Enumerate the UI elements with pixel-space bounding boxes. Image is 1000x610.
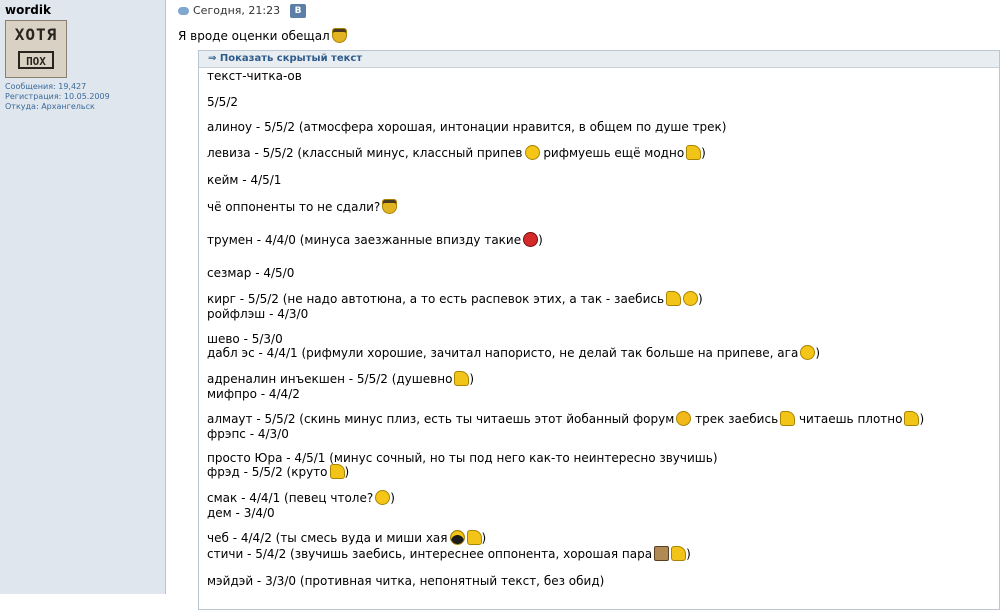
line-text: ) bbox=[686, 547, 691, 561]
line-text: трумен - 4/4/0 (минуса заезжанные впизду… bbox=[207, 233, 522, 247]
line-text: ) bbox=[344, 465, 350, 479]
thumbs-up-icon bbox=[329, 464, 345, 479]
list-item: чеб - 4/4/2 (ты смесь вуда и миши хая) bbox=[207, 530, 486, 546]
avatar[interactable]: ХОТЯ ПОХ bbox=[5, 20, 67, 78]
line-text: чё оппоненты то не сдали? bbox=[207, 200, 381, 214]
list-item: фрэпс - 4/3/0 bbox=[207, 427, 289, 442]
cloud-icon bbox=[178, 7, 189, 15]
smiley-icon bbox=[683, 291, 699, 306]
user-location: Откуда: Архангельск bbox=[5, 102, 95, 111]
line-text: ) bbox=[815, 346, 820, 360]
list-item: сезмар - 4/5/0 bbox=[207, 266, 294, 281]
avatar-text-bottom: ПОХ bbox=[18, 51, 54, 69]
list-item: мэйдэй - 3/3/0 (противная читка, непонят… bbox=[207, 574, 604, 589]
list-item: дабл эс - 4/4/1 (рифмули хорошие, зачита… bbox=[207, 345, 820, 361]
spoiler-box: ⇒ Показать скрытый текст текст-читка-ов … bbox=[198, 50, 1000, 610]
hat-smiley-icon bbox=[331, 28, 347, 43]
user-posts-count: Сообщения: 19,427 bbox=[5, 82, 87, 91]
red-face-icon bbox=[523, 232, 539, 247]
list-item: адреналин инъекшен - 5/5/2 (душевно) bbox=[207, 371, 474, 387]
user-sidebar: wordik ХОТЯ ПОХ Сообщения: 19,427 Регист… bbox=[0, 0, 166, 594]
list-item: чё оппоненты то не сдали? bbox=[207, 199, 398, 215]
line-text: левиза - 5/5/2 (классный минус, классный… bbox=[207, 146, 523, 160]
show-hidden-text-button[interactable]: ⇒ Показать скрытый текст bbox=[208, 53, 362, 64]
smiley-icon bbox=[800, 345, 816, 360]
list-item: фрэд - 5/5/2 (круто) bbox=[207, 464, 349, 480]
list-item: трумен - 4/4/0 (минуса заезжанные впизду… bbox=[207, 232, 543, 248]
list-item: стичи - 5/4/2 (звучишь заебись, интересн… bbox=[207, 546, 691, 562]
line-text: рифмуешь ещё модно bbox=[539, 146, 685, 160]
line-text: мэйдэй - 3/3/0 (противная читка, непонят… bbox=[207, 574, 605, 588]
spoiler-label: Показать скрытый текст bbox=[219, 53, 363, 64]
list-item: текст-читка-ов bbox=[207, 69, 302, 84]
username-link[interactable]: wordik bbox=[5, 3, 51, 17]
line-text: ) bbox=[698, 292, 703, 306]
avatar-text-top: ХОТЯ bbox=[14, 25, 58, 44]
line-text: адреналин инъекшен - 5/5/2 (душевно bbox=[207, 372, 453, 386]
line-text: ) bbox=[481, 531, 487, 545]
line-text: шево - 5/3/0 bbox=[207, 332, 283, 346]
thumbs-up-icon bbox=[466, 530, 482, 545]
line-text: сезмар - 4/5/0 bbox=[207, 266, 295, 280]
list-item: кирг - 5/5/2 (не надо автотюна, а то ест… bbox=[207, 291, 703, 307]
thumbs-up-icon bbox=[671, 546, 687, 561]
line-text: ) bbox=[469, 372, 475, 386]
line-text: ) bbox=[701, 146, 706, 160]
line-text: алмаут - 5/5/2 (скинь минус плиз, есть т… bbox=[207, 412, 675, 426]
thumbs-up-icon bbox=[904, 411, 920, 426]
list-item: мифпро - 4/4/2 bbox=[207, 387, 300, 402]
sad-icon bbox=[676, 411, 692, 426]
line-text: читаешь плотно bbox=[795, 412, 903, 426]
line-text: дабл эс - 4/4/1 (рифмули хорошие, зачита… bbox=[207, 346, 799, 360]
line-text: ) bbox=[538, 233, 543, 247]
line-text: 5/5/2 bbox=[207, 95, 238, 109]
line-text: фрэпс - 4/3/0 bbox=[207, 427, 289, 441]
long-hair-icon bbox=[449, 530, 465, 545]
list-item: смак - 4/4/1 (певец чтоле?) bbox=[207, 490, 395, 506]
post-date-text: Сегодня, 21:23 bbox=[193, 4, 281, 17]
thumbs-up-icon bbox=[780, 411, 796, 426]
post-message-text: Я вроде оценки обещал bbox=[178, 29, 330, 43]
line-text: текст-читка-ов bbox=[207, 69, 302, 83]
list-item: алиноу - 5/5/2 (атмосфера хорошая, интон… bbox=[207, 120, 726, 135]
user-registered: Регистрация: 10.05.2009 bbox=[5, 92, 110, 101]
line-text: ройфлэш - 4/3/0 bbox=[207, 307, 309, 321]
line-text: просто Юра - 4/5/1 (минус сочный, но ты … bbox=[207, 451, 718, 465]
line-text: фрэд - 5/5/2 (круто bbox=[207, 465, 328, 479]
post-content: Сегодня, 21:23 В Я вроде оценки обещал ⇒… bbox=[166, 0, 1000, 610]
line-text: ) bbox=[919, 412, 925, 426]
post-date: Сегодня, 21:23 bbox=[178, 4, 280, 17]
list-item: ройфлэш - 4/3/0 bbox=[207, 307, 308, 322]
thumbs-up-icon bbox=[666, 291, 682, 306]
line-text: кирг - 5/5/2 (не надо автотюна, а то ест… bbox=[207, 292, 665, 306]
vk-share-button[interactable]: В bbox=[290, 4, 306, 18]
spoiler-header: ⇒ Показать скрытый текст bbox=[199, 51, 999, 68]
smiley-icon bbox=[375, 490, 391, 505]
line-text: мифпро - 4/4/2 bbox=[207, 387, 300, 401]
line-text: дем - 3/4/0 bbox=[207, 506, 275, 520]
list-item: алмаут - 5/5/2 (скинь минус плиз, есть т… bbox=[207, 411, 924, 427]
line-text: смак - 4/4/1 (певец чтоле? bbox=[207, 491, 374, 505]
list-item: кейм - 4/5/1 bbox=[207, 173, 281, 188]
list-item: левиза - 5/5/2 (классный минус, классный… bbox=[207, 145, 706, 161]
thumbs-up-icon bbox=[686, 145, 702, 160]
smiley-icon bbox=[524, 145, 540, 160]
hat-smiley-icon bbox=[382, 199, 398, 214]
line-text: чеб - 4/4/2 (ты смесь вуда и миши хая bbox=[207, 531, 448, 545]
line-text: ) bbox=[390, 491, 395, 505]
line-text: стичи - 5/4/2 (звучишь заебись, интересн… bbox=[207, 547, 653, 561]
line-text: кейм - 4/5/1 bbox=[207, 173, 282, 187]
line-text: трек заебись bbox=[691, 412, 779, 426]
box-icon bbox=[654, 546, 670, 561]
thumbs-up-icon bbox=[454, 371, 470, 386]
line-text: алиноу - 5/5/2 (атмосфера хорошая, интон… bbox=[207, 120, 727, 134]
list-item: 5/5/2 bbox=[207, 95, 238, 110]
post-message: Я вроде оценки обещал bbox=[178, 28, 347, 43]
list-item: дем - 3/4/0 bbox=[207, 506, 275, 521]
